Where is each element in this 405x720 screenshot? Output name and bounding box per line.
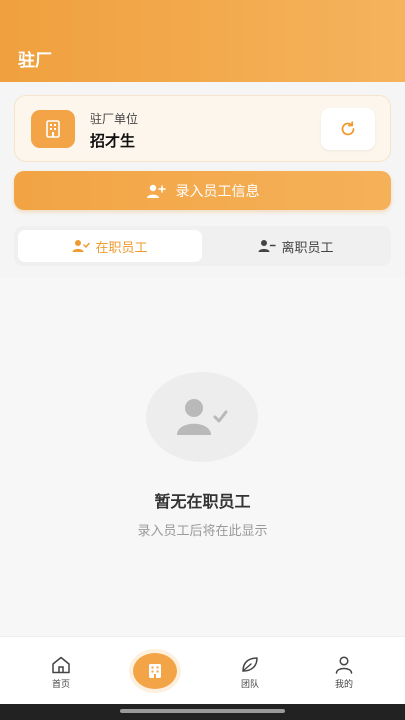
tab-label: 在职员工: [95, 240, 148, 256]
header: 驻厂: [0, 0, 405, 82]
nav-item-profile[interactable]: 我的: [314, 655, 374, 690]
empty-state-subtitle: 录入员工后将在此显示: [137, 524, 268, 539]
page-title: 驻厂: [18, 51, 52, 71]
tab-label: 离职员工: [281, 240, 334, 256]
user-minus-icon: [258, 239, 277, 253]
bottom-nav: 首页 团队 我的: [0, 636, 405, 704]
add-user-icon: [146, 183, 166, 199]
refresh-icon: [341, 121, 355, 136]
nav-item-team[interactable]: 团队: [220, 655, 280, 690]
refresh-button[interactable]: [321, 108, 375, 150]
nav-item-factory[interactable]: [133, 653, 177, 689]
enter-employee-button[interactable]: 录入员工信息: [14, 171, 391, 210]
unit-label: 驻厂单位: [90, 112, 139, 126]
unit-name: 招才生: [90, 132, 136, 150]
nav-label: 首页: [51, 680, 70, 690]
tab-active-employees[interactable]: 在职员工: [18, 230, 202, 262]
nav-label: 我的: [334, 680, 353, 690]
employee-tabs: 在职员工 离职员工: [14, 226, 391, 266]
nav-item-home[interactable]: 首页: [31, 655, 91, 690]
unit-card: 驻厂单位 招才生: [14, 95, 391, 162]
home-indicator[interactable]: [120, 709, 285, 713]
empty-state-title: 暂无在职员工: [154, 492, 251, 511]
leaf-icon: [240, 655, 260, 675]
home-icon: [51, 655, 71, 675]
building-icon: [149, 664, 161, 678]
tab-resigned-employees[interactable]: 离职员工: [204, 230, 388, 262]
empty-user-icon: [146, 372, 258, 462]
person-icon: [334, 655, 354, 675]
building-icon: [31, 110, 75, 148]
enter-employee-label: 录入员工信息: [175, 183, 260, 200]
nav-label: 团队: [240, 680, 259, 690]
user-check-icon: [72, 239, 91, 253]
